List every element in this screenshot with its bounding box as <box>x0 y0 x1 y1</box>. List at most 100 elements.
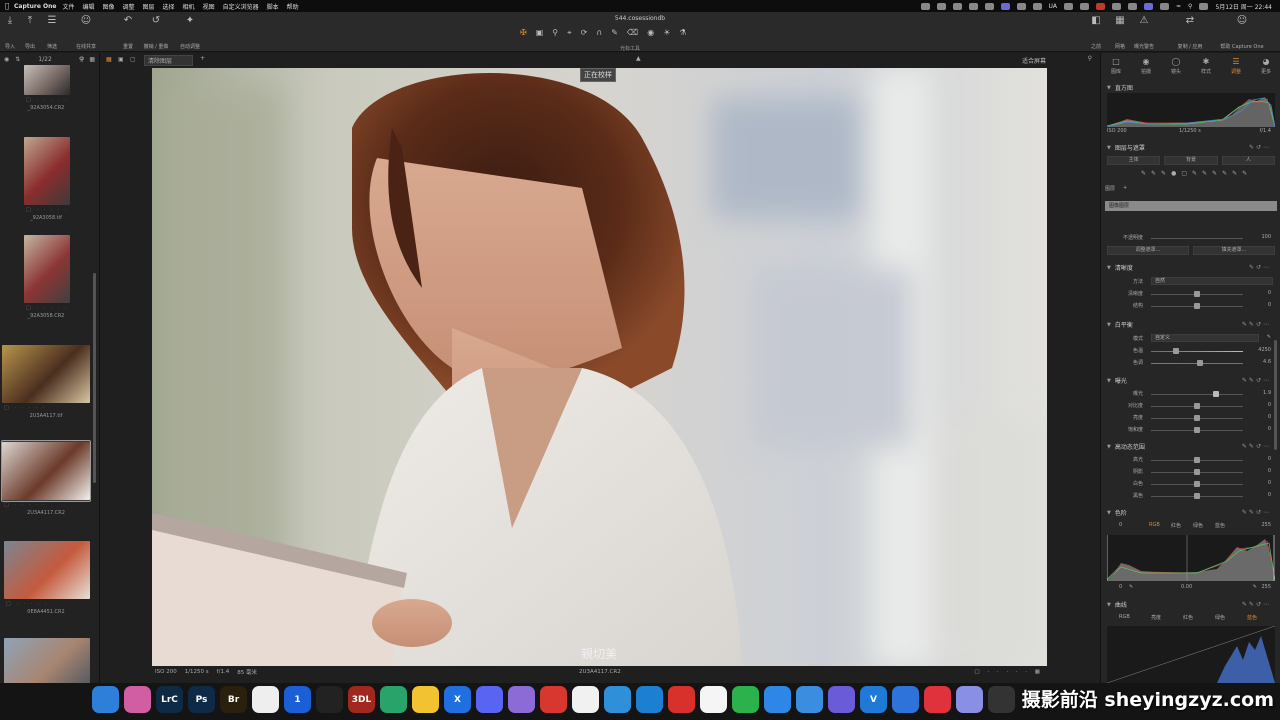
highlights-slider[interactable] <box>1194 457 1200 463</box>
thumbnail-image[interactable] <box>4 541 90 599</box>
filter-button[interactable]: ☰ 筛选 <box>46 15 58 50</box>
3dl-icon[interactable]: 3DL <box>348 686 375 713</box>
bridge-icon[interactable]: Br <box>220 686 247 713</box>
thumbnail-image[interactable] <box>2 345 90 403</box>
app-menu[interactable]: Capture One <box>14 3 56 10</box>
curve-graph[interactable] <box>1106 625 1276 683</box>
layer-item[interactable]: 图像图层 <box>1105 201 1277 211</box>
person-mask-button[interactable]: 人 <box>1221 156 1275 165</box>
grid-button[interactable]: ▦ 网格 <box>1114 15 1126 50</box>
status-icon[interactable] <box>1112 2 1121 10</box>
curve-tab-blue[interactable]: 蓝色 <box>1247 614 1257 621</box>
status-icon[interactable] <box>936 2 946 10</box>
single-view-icon[interactable]: ▢ <box>130 56 136 63</box>
player-icon[interactable] <box>828 686 855 713</box>
thumbnail-image[interactable] <box>2 442 90 500</box>
status-icon[interactable] <box>984 2 994 10</box>
clock-icon[interactable] <box>988 686 1015 713</box>
section-tools[interactable]: ✎↺⋯ <box>1249 264 1271 271</box>
status-icon[interactable] <box>968 2 978 10</box>
curve-tab-rgb[interactable]: RGB <box>1119 614 1130 620</box>
tool-panel-scrollbar[interactable] <box>1274 340 1277 450</box>
controller-icon[interactable] <box>604 686 631 713</box>
view-mode-icon[interactable]: ▦ <box>89 56 95 63</box>
tab-lens[interactable]: ◯ 镜头 <box>1171 57 1181 75</box>
eye-icon[interactable]: ◉ <box>4 56 9 63</box>
photoshop-icon[interactable]: Ps <box>188 686 215 713</box>
rating-dots[interactable]: □ · · · · · <box>4 502 47 508</box>
gallery-icon[interactable] <box>956 686 983 713</box>
undo-redo-button[interactable]: ↺ 撤销 / 重做 <box>144 15 169 50</box>
blacks-slider[interactable] <box>1194 493 1200 499</box>
levels-tab-red[interactable]: 红色 <box>1171 522 1181 529</box>
menu-image[interactable]: 图像 <box>102 2 114 11</box>
xmind-icon[interactable] <box>668 686 695 713</box>
section-tools[interactable]: ✎✎↺⋯ <box>1242 509 1271 516</box>
menu-camera[interactable]: 相机 <box>183 2 195 11</box>
white-balance-header[interactable]: ▼ 白平衡 ✎✎↺⋯ <box>1101 319 1277 330</box>
lightroom-classic-icon[interactable]: LrC <box>156 686 183 713</box>
fill-mask-button[interactable]: 填充遮罩... <box>1193 246 1275 255</box>
tab-adjust[interactable]: ☰ 调整 <box>1231 57 1241 75</box>
status-icon[interactable] <box>1016 2 1026 10</box>
gradient-tool-icon[interactable]: ◉ <box>647 28 654 38</box>
levels-header[interactable]: ▼ 色阶 ✎✎↺⋯ <box>1101 507 1277 518</box>
histogram-header[interactable]: ▼ 直方图 <box>1101 82 1277 93</box>
status-icon[interactable] <box>1160 2 1169 10</box>
add-icon[interactable]: + <box>200 55 205 62</box>
baidu-netdisk-icon[interactable] <box>764 686 791 713</box>
weibo-icon[interactable] <box>924 686 951 713</box>
sort-icon[interactable]: ⇅ <box>15 56 20 63</box>
rating-dots[interactable]: □ · · · · · <box>26 207 69 213</box>
window-manager-icon[interactable] <box>252 686 279 713</box>
tab-styles[interactable]: ✱ 样式 <box>1201 57 1211 75</box>
control-center-icon[interactable] <box>1199 2 1209 10</box>
discord-icon[interactable] <box>476 686 503 713</box>
section-tools[interactable]: ✎↺⋯ <box>1249 144 1271 151</box>
reset-button[interactable]: ↶ 重置 <box>122 15 134 50</box>
rating-dots[interactable]: ▢ · · · · · ▦ <box>974 669 1043 675</box>
thumbnail-image[interactable] <box>24 137 70 205</box>
main-photo[interactable]: 親切美 <box>152 68 1047 666</box>
menu-file[interactable]: 文件 <box>62 2 74 11</box>
tint-slider[interactable] <box>1197 360 1203 366</box>
contrast-slider[interactable] <box>1194 403 1200 409</box>
tab-capture[interactable]: ◉ 拍摄 <box>1141 57 1151 75</box>
rating-dots[interactable]: □ · · · · · <box>26 97 69 103</box>
filmstrip-view-icon[interactable]: ▣ <box>118 56 124 63</box>
wechat-icon[interactable] <box>732 686 759 713</box>
levels-tab-green[interactable]: 绿色 <box>1193 522 1203 529</box>
search-icon[interactable]: ⚲ <box>80 56 84 63</box>
zoom-tool-icon[interactable]: ⚲ <box>552 28 558 38</box>
heal-tool-icon[interactable]: ☀ <box>663 28 670 38</box>
export-button[interactable]: ⤒ 导出 <box>24 15 36 50</box>
add-layer-icon[interactable]: + <box>1123 185 1127 191</box>
import-button[interactable]: ⤓ 导入 <box>4 15 16 50</box>
browser-scrollbar[interactable] <box>93 273 96 483</box>
thumbnail-image[interactable] <box>24 235 70 303</box>
clarity-header[interactable]: ▼ 清晰度 ✎↺⋯ <box>1101 262 1277 273</box>
help-button[interactable]: ☺ 帮助 Capture One <box>1220 15 1263 50</box>
x-icon[interactable]: X <box>444 686 471 713</box>
menu-script[interactable]: 脚本 <box>267 2 279 11</box>
1password-icon[interactable]: 1 <box>284 686 311 713</box>
brush-tool-icon[interactable]: ✎ <box>611 28 618 38</box>
status-icon[interactable] <box>1128 2 1137 10</box>
status-icon[interactable] <box>1032 2 1042 10</box>
tab-library[interactable]: □ 图库 <box>1111 57 1121 75</box>
levels-graph[interactable] <box>1106 535 1276 581</box>
hdr-header[interactable]: ▼ 高动态范围 ✎✎↺⋯ <box>1101 441 1277 452</box>
keystone-tool-icon[interactable]: ∩ <box>596 28 602 38</box>
finder-icon[interactable] <box>92 686 119 713</box>
levels-tab-blue[interactable]: 蓝色 <box>1215 522 1225 529</box>
tab-more[interactable]: ◕ 更多 <box>1261 57 1271 75</box>
status-icon[interactable] <box>1064 2 1073 10</box>
vpn-icon[interactable] <box>412 686 439 713</box>
eyedropper-icon[interactable]: ✎ <box>1267 334 1271 340</box>
picker-tool-icon[interactable]: ⚗ <box>679 28 686 38</box>
menu-view[interactable]: 视图 <box>203 2 215 11</box>
clock[interactable]: 5月12日 周一 22:44 <box>1215 2 1272 11</box>
apple-icon[interactable]:  <box>0 2 14 10</box>
photos-tool-icon[interactable] <box>508 686 535 713</box>
select-tool-icon[interactable]: ▣ <box>536 28 544 38</box>
